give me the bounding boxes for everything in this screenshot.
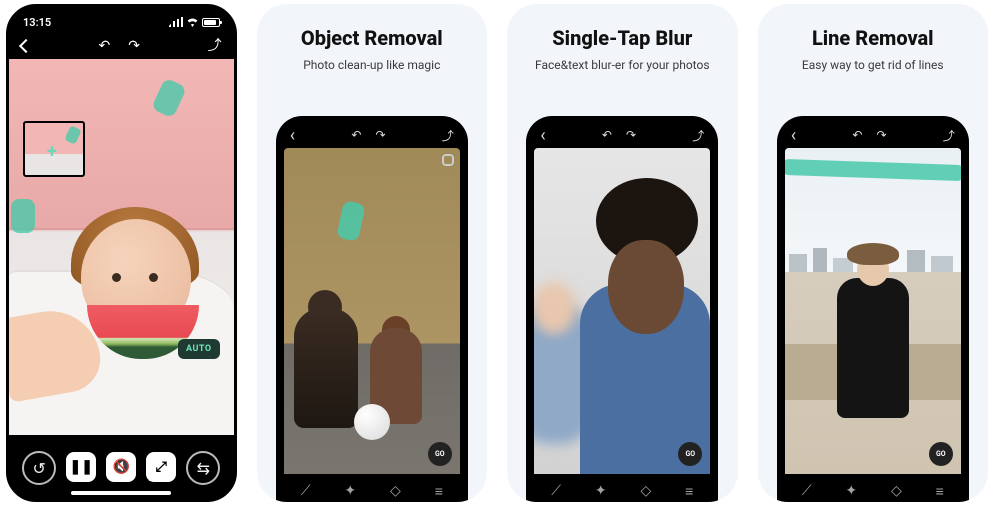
card-subtitle: Easy way to get rid of lines: [802, 58, 944, 72]
share-icon[interactable]: ⤴: [692, 127, 704, 144]
undo-icon[interactable]: ↶: [852, 128, 862, 142]
device-screen: GO: [534, 148, 710, 474]
go-button[interactable]: GO: [929, 442, 953, 466]
editor-toolbar: ↺ ✦ Brush ◯ Lasso ◇ Eraser ⇆ ❚❚ 🔇 ⤢: [9, 435, 234, 499]
undo-icon[interactable]: ↶: [351, 128, 361, 142]
feature-card: Line Removal Easy way to get rid of line…: [758, 4, 988, 502]
phone-notch: [68, 7, 174, 29]
back-icon[interactable]: ‹: [290, 125, 295, 146]
screenshots-row: 13:15 ↶ ↷ ⤴: [0, 0, 994, 507]
target-icon: [442, 154, 454, 166]
redo-icon[interactable]: ↷: [375, 128, 385, 142]
brush-mark: [11, 199, 35, 233]
eraser-icon[interactable]: ◇: [641, 483, 652, 499]
eraser-icon[interactable]: ◇: [390, 483, 401, 499]
card-title: Object Removal: [301, 26, 443, 50]
device-topbar: ‹ ↶ ↷ ⤴: [534, 126, 710, 144]
eye: [112, 273, 121, 282]
expand-button[interactable]: ⤢: [146, 452, 176, 482]
person-a: [294, 308, 358, 428]
back-icon[interactable]: [19, 39, 33, 53]
slash-icon[interactable]: ⟋: [551, 483, 561, 499]
card-subtitle: Face&text blur-er for your photos: [535, 58, 709, 72]
device-mock: ‹ ↶ ↷ ⤴ GO ⟋ ✦ ◇ ≡: [276, 116, 468, 502]
status-time: 13:15: [23, 16, 51, 29]
face: [608, 240, 684, 334]
sliders-icon[interactable]: ≡: [685, 483, 693, 500]
brush-mark: [336, 200, 365, 242]
sliders-icon[interactable]: ≡: [936, 483, 944, 500]
card-title: Line Removal: [812, 26, 934, 50]
auto-button[interactable]: AUTO: [178, 339, 220, 359]
card-subtitle: Photo clean-up like magic: [303, 58, 440, 72]
slash-icon[interactable]: ⟋: [301, 483, 311, 499]
share-icon[interactable]: ⤴: [208, 39, 222, 53]
wand-icon[interactable]: ✦: [595, 483, 607, 499]
settings-button[interactable]: ⇆: [186, 451, 220, 485]
device-screen: GO: [284, 148, 460, 474]
device-topbar: ‹ ↶ ↷ ⤴: [284, 126, 460, 144]
share-icon[interactable]: ⤴: [943, 127, 955, 144]
person: [837, 278, 909, 418]
eye: [149, 273, 158, 282]
device-toolbar: ⟋ ✦ ◇ ≡: [534, 474, 710, 502]
redo-icon[interactable]: ↷: [876, 128, 886, 142]
device-mock: ‹ ↶ ↷ ⤴ GO ⟋ ✦ ◇ ≡: [526, 116, 718, 502]
eraser-icon[interactable]: ◇: [891, 483, 902, 499]
undo-icon[interactable]: ↶: [99, 39, 111, 53]
feature-card: Object Removal Photo clean-up like magic…: [257, 4, 487, 502]
sliders-icon[interactable]: ≡: [435, 483, 443, 500]
editor-topbar: ↶ ↷ ⤴: [9, 33, 234, 59]
slash-icon[interactable]: ⟋: [802, 483, 812, 499]
ball: [354, 404, 390, 440]
brush-mark: [151, 78, 187, 119]
video-overlay: ❚❚ 🔇 ⤢: [66, 452, 176, 482]
editor-canvas[interactable]: AUTO: [9, 59, 234, 435]
wand-icon[interactable]: ✦: [845, 483, 857, 499]
settings-icon: ⇆: [197, 459, 210, 478]
home-indicator: [71, 491, 171, 495]
share-icon[interactable]: ⤴: [442, 127, 454, 144]
redo-icon[interactable]: ↷: [128, 39, 140, 53]
device-screen: GO: [785, 148, 961, 474]
go-button[interactable]: GO: [678, 442, 702, 466]
wifi-icon: [186, 17, 199, 27]
back-icon[interactable]: ‹: [791, 125, 796, 146]
screenshot-editor: 13:15 ↶ ↷ ⤴: [6, 4, 237, 502]
battery-icon: [202, 18, 220, 27]
reset-icon: ↺: [32, 459, 45, 478]
wand-icon[interactable]: ✦: [344, 483, 356, 499]
feature-card: Single-Tap Blur Face&text blur-er for yo…: [507, 4, 737, 502]
pause-button[interactable]: ❚❚: [66, 452, 96, 482]
face-blurred: [534, 282, 576, 334]
device-toolbar: ⟋ ✦ ◇ ≡: [284, 474, 460, 502]
back-icon[interactable]: ‹: [540, 125, 545, 146]
reset-button[interactable]: ↺: [22, 451, 56, 485]
redo-icon[interactable]: ↷: [626, 128, 636, 142]
go-button[interactable]: GO: [428, 442, 452, 466]
mute-button[interactable]: 🔇: [106, 452, 136, 482]
device-topbar: ‹ ↶ ↷ ⤴: [785, 126, 961, 144]
undo-icon[interactable]: ↶: [602, 128, 612, 142]
compare-thumbnail[interactable]: [23, 121, 85, 177]
card-title: Single-Tap Blur: [552, 26, 692, 50]
device-toolbar: ⟋ ✦ ◇ ≡: [785, 474, 961, 502]
hat: [847, 243, 899, 265]
device-mock: ‹ ↶ ↷ ⤴ GO ⟋ ✦ ◇ ≡: [777, 116, 969, 502]
